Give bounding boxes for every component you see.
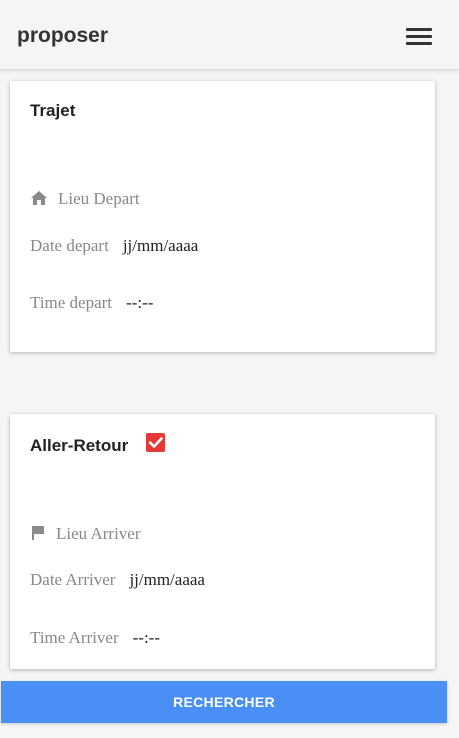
page-title: proposer — [17, 24, 109, 47]
hamburger-menu-icon[interactable] — [406, 28, 432, 46]
aller-retour-checkbox[interactable] — [146, 433, 165, 452]
time-depart-label: Time depart — [30, 293, 113, 312]
date-arriver-input[interactable]: jj/mm/aaaa — [129, 570, 205, 589]
lieu-arriver-input[interactable]: Lieu Arriver — [56, 524, 141, 543]
trajet-title: Trajet — [30, 101, 76, 120]
date-depart-label: Date depart — [30, 236, 109, 255]
time-arriver-field: Time Arriver --:-- — [30, 628, 160, 648]
time-arriver-label: Time Arriver — [30, 628, 119, 647]
date-arriver-label: Date Arriver — [30, 570, 116, 589]
lieu-depart-field[interactable]: Lieu Depart — [30, 189, 140, 211]
flag-icon — [30, 525, 46, 546]
date-arriver-field: Date Arriver jj/mm/aaaa — [30, 570, 205, 590]
aller-retour-card: Aller-Retour Lieu Arriver Date Arriver jj… — [10, 414, 435, 669]
date-depart-input[interactable]: jj/mm/aaaa — [123, 236, 199, 255]
lieu-depart-input[interactable]: Lieu Depart — [58, 189, 140, 208]
time-depart-field: Time depart --:-- — [30, 293, 153, 313]
time-arriver-input[interactable]: --:-- — [133, 628, 160, 647]
app-bar: proposer — [0, 0, 459, 70]
home-icon — [30, 190, 48, 211]
time-depart-input[interactable]: --:-- — [126, 293, 153, 312]
lieu-arriver-field[interactable]: Lieu Arriver — [30, 524, 141, 546]
rechercher-button[interactable]: RECHERCHER — [1, 681, 447, 723]
date-depart-field: Date depart jj/mm/aaaa — [30, 236, 198, 256]
trajet-card: Trajet Lieu Depart Date depart jj/mm/aaaa… — [10, 81, 435, 352]
aller-retour-title: Aller-Retour — [30, 436, 129, 455]
